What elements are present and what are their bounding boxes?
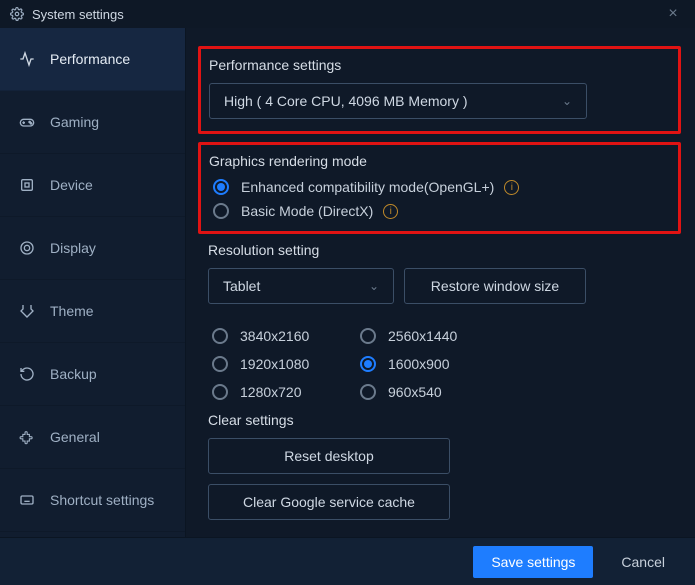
resolution-select[interactable]: Tablet ⌄ — [208, 268, 394, 304]
performance-select[interactable]: High ( 4 Core CPU, 4096 MB Memory ) ⌄ — [209, 83, 587, 119]
radio-icon — [360, 384, 376, 400]
resolution-option[interactable]: 1280x720 — [212, 384, 360, 400]
resolution-title: Resolution setting — [208, 242, 671, 258]
resolution-label: 2560x1440 — [388, 328, 457, 344]
graphics-title: Graphics rendering mode — [209, 153, 670, 169]
resolution-option[interactable]: 3840x2160 — [212, 328, 360, 344]
graphics-option-directx[interactable]: Basic Mode (DirectX) i — [213, 203, 670, 219]
chevron-down-icon: ⌄ — [369, 279, 379, 293]
button-label: Cancel — [621, 554, 665, 570]
sidebar-item-label: Display — [50, 240, 96, 256]
resolution-label: 1280x720 — [240, 384, 302, 400]
resolution-option[interactable]: 2560x1440 — [360, 328, 508, 344]
device-icon — [16, 177, 38, 193]
sidebar-item-display[interactable]: Display — [0, 217, 185, 280]
cancel-button[interactable]: Cancel — [605, 546, 681, 578]
sidebar-item-shortcut[interactable]: Shortcut settings — [0, 469, 185, 532]
sidebar-item-label: Shortcut settings — [50, 492, 154, 508]
sidebar-item-backup[interactable]: Backup — [0, 343, 185, 406]
sidebar: Performance Gaming Device Display Theme … — [0, 28, 186, 537]
gear-icon — [10, 7, 24, 21]
radio-icon — [212, 356, 228, 372]
theme-icon — [16, 303, 38, 319]
sidebar-item-performance[interactable]: Performance — [0, 28, 185, 91]
sidebar-item-label: Gaming — [50, 114, 99, 130]
radio-icon — [360, 356, 376, 372]
chevron-down-icon: ⌄ — [562, 94, 572, 108]
resolution-label: 1600x900 — [388, 356, 450, 372]
sidebar-item-label: Device — [50, 177, 93, 193]
performance-title: Performance settings — [209, 57, 670, 73]
display-icon — [16, 240, 38, 256]
resolution-label: 1920x1080 — [240, 356, 309, 372]
sidebar-item-label: Theme — [50, 303, 94, 319]
keyboard-icon — [16, 492, 38, 508]
footer: Save settings Cancel — [0, 537, 695, 585]
sidebar-item-device[interactable]: Device — [0, 154, 185, 217]
radio-icon — [213, 179, 229, 195]
resolution-option[interactable]: 1600x900 — [360, 356, 508, 372]
resolution-selected: Tablet — [223, 278, 260, 294]
backup-icon — [16, 366, 38, 382]
highlight-graphics: Graphics rendering mode Enhanced compati… — [198, 142, 681, 234]
button-label: Clear Google service cache — [243, 494, 415, 510]
restore-window-button[interactable]: Restore window size — [404, 268, 586, 304]
radio-icon — [212, 384, 228, 400]
highlight-performance: Performance settings High ( 4 Core CPU, … — [198, 46, 681, 134]
window-title: System settings — [32, 7, 124, 22]
save-button[interactable]: Save settings — [473, 546, 593, 578]
resolution-option[interactable]: 960x540 — [360, 384, 508, 400]
resolution-label: 960x540 — [388, 384, 442, 400]
puzzle-icon — [16, 429, 38, 445]
clear-cache-button[interactable]: Clear Google service cache — [208, 484, 450, 520]
reset-desktop-button[interactable]: Reset desktop — [208, 438, 450, 474]
radio-icon — [212, 328, 228, 344]
button-label: Reset desktop — [284, 448, 374, 464]
sidebar-item-gaming[interactable]: Gaming — [0, 91, 185, 154]
close-icon[interactable]: × — [661, 5, 685, 23]
performance-selected: High ( 4 Core CPU, 4096 MB Memory ) — [224, 93, 468, 109]
radio-icon — [360, 328, 376, 344]
graphics-option-label: Basic Mode (DirectX) — [241, 203, 373, 219]
sidebar-item-theme[interactable]: Theme — [0, 280, 185, 343]
graphics-option-label: Enhanced compatibility mode(OpenGL+) — [241, 179, 494, 195]
title-bar: System settings × — [0, 0, 695, 28]
clear-title: Clear settings — [208, 412, 671, 428]
content-pane: Performance settings High ( 4 Core CPU, … — [186, 28, 695, 537]
resolution-label: 3840x2160 — [240, 328, 309, 344]
resolution-option[interactable]: 1920x1080 — [212, 356, 360, 372]
radio-icon — [213, 203, 229, 219]
sidebar-item-label: Backup — [50, 366, 97, 382]
graphics-option-opengl[interactable]: Enhanced compatibility mode(OpenGL+) i — [213, 179, 670, 195]
button-label: Restore window size — [431, 278, 559, 294]
activity-icon — [16, 51, 38, 67]
info-icon[interactable]: i — [383, 204, 398, 219]
sidebar-item-general[interactable]: General — [0, 406, 185, 469]
sidebar-item-label: Performance — [50, 51, 130, 67]
sidebar-item-label: General — [50, 429, 100, 445]
button-label: Save settings — [491, 554, 575, 570]
gamepad-icon — [16, 114, 38, 130]
info-icon[interactable]: i — [504, 180, 519, 195]
